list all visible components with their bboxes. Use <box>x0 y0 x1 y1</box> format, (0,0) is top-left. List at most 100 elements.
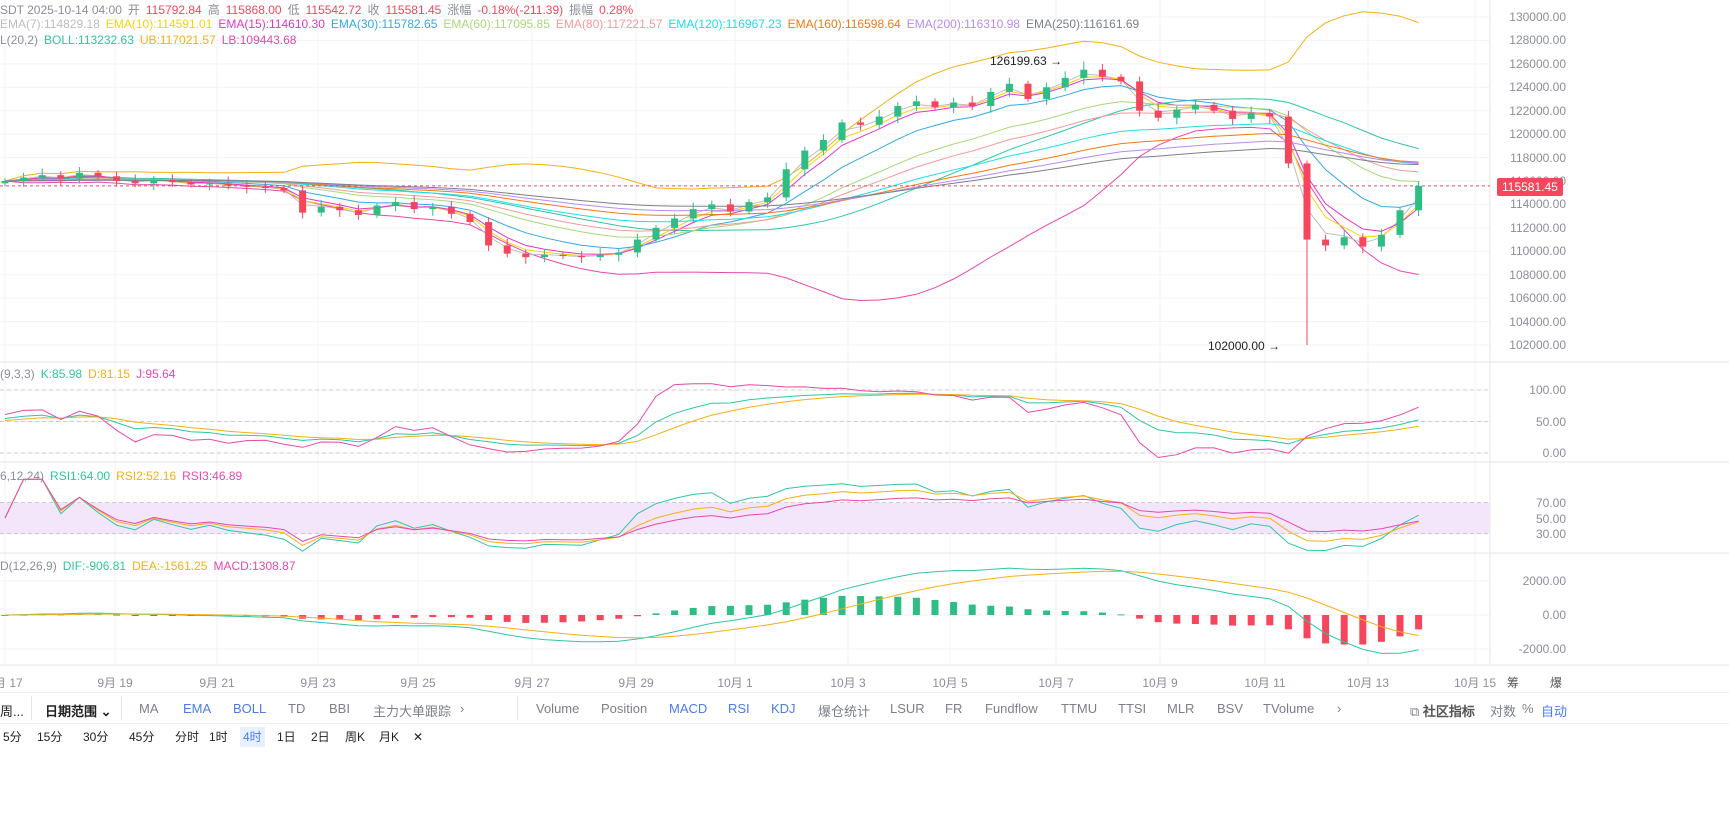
main-ind-ema[interactable]: EMA <box>183 701 211 716</box>
macd-bar <box>1098 612 1106 615</box>
main-ind-boll[interactable]: BOLL <box>233 701 266 716</box>
candle-body <box>801 150 809 170</box>
rsi-axis-label: 50.00 <box>1535 511 1566 526</box>
candle-body <box>1024 83 1032 99</box>
candle-body <box>1247 113 1255 119</box>
macd-bar <box>1247 615 1255 626</box>
candle-body <box>522 253 530 258</box>
time-axis-label: 9月 27 <box>514 676 550 690</box>
time-axis-label: 10月 9 <box>1142 676 1178 690</box>
price-axis-label: 130000.00 <box>1509 10 1566 24</box>
interval-9[interactable]: 周K <box>342 727 368 747</box>
sub-indicator-9[interactable]: TTMU <box>1061 701 1097 716</box>
legend-item: EMA(10):114591.01 <box>105 17 213 31</box>
macd-bar <box>1080 611 1088 615</box>
sub-more-chevron-icon[interactable]: › <box>1337 701 1341 716</box>
main-more-chevron-icon[interactable]: › <box>460 701 464 716</box>
main-ind-ma[interactable]: MA <box>139 701 159 716</box>
interval-7[interactable]: 1日 <box>274 727 299 747</box>
macd-bar <box>1340 615 1348 645</box>
sub-indicator-13[interactable]: TVolume <box>1263 701 1314 716</box>
main-ind-td[interactable]: TD <box>288 701 305 716</box>
chart-canvas[interactable] <box>0 0 1729 690</box>
sub-indicator-4[interactable]: KDJ <box>771 701 796 716</box>
macd-bar <box>1284 615 1292 630</box>
interval-5[interactable]: 1时 <box>206 727 231 747</box>
main-ind-big-order[interactable]: 主力大单跟踪 <box>373 701 451 720</box>
sub-indicator-7[interactable]: FR <box>945 701 962 716</box>
macd-bar <box>131 615 139 616</box>
macd-bar <box>1154 615 1162 623</box>
macd-bar <box>1229 615 1237 626</box>
macd-bar <box>1415 615 1423 630</box>
close-intervals-icon[interactable]: ✕ <box>410 727 426 747</box>
sub-indicator-2[interactable]: MACD <box>669 701 707 716</box>
macd-bar <box>615 615 623 619</box>
macd-bar <box>745 605 753 615</box>
candle-body <box>671 218 679 228</box>
sub-indicator-0[interactable]: Volume <box>536 701 579 716</box>
legend-item: L(20,2) <box>0 33 39 47</box>
candle-body <box>578 255 586 258</box>
toolbar-left-item[interactable]: 周... <box>0 701 24 720</box>
interval-2[interactable]: 30分 <box>80 727 111 747</box>
sub-indicator-5[interactable]: 爆仓统计 <box>818 701 870 720</box>
candle-body <box>615 252 623 255</box>
rsi2: RSI2:52.16 <box>116 469 177 483</box>
log-scale-toggle[interactable]: 对数 <box>1490 701 1516 720</box>
interval-6[interactable]: 4时 <box>240 727 265 747</box>
sub-indicator-8[interactable]: Fundflow <box>985 701 1038 716</box>
macd-bar <box>1024 609 1032 615</box>
macd-bar <box>894 596 902 615</box>
interval-3[interactable]: 45分 <box>126 727 157 747</box>
macd-bar <box>596 615 604 621</box>
macd-bar <box>652 613 660 615</box>
legend-item: BOLL:113232.63 <box>44 33 134 47</box>
interval-4[interactable]: 分时 <box>172 727 202 747</box>
auto-scale-toggle[interactable]: 自动 <box>1541 701 1567 720</box>
date-range-dropdown[interactable]: 日期范围 ⌄ <box>45 701 112 720</box>
sub-indicator-11[interactable]: MLR <box>1167 701 1194 716</box>
candle-body <box>1043 87 1051 99</box>
sub-indicator-3[interactable]: RSI <box>728 701 750 716</box>
time-axis-label: 10月 3 <box>830 676 866 690</box>
candle-body <box>243 185 251 187</box>
sub-indicator-1[interactable]: Position <box>601 701 647 716</box>
macd-bar <box>838 595 846 615</box>
legend-item: EMA(7):114829.18 <box>0 17 100 31</box>
sub-indicator-12[interactable]: BSV <box>1217 701 1243 716</box>
rsi1: RSI1:64.00 <box>50 469 111 483</box>
community-indicators-button[interactable]: ⧉ 社区指标 <box>1410 701 1475 720</box>
price-axis-label: 124000.00 <box>1509 80 1566 95</box>
candle-body <box>1136 81 1144 111</box>
legend-item: 高 <box>207 3 220 17</box>
legend-item: 115581.45 <box>385 3 442 17</box>
interval-0[interactable]: 5分 <box>0 727 25 747</box>
price-axis-label: 122000.00 <box>1509 103 1566 118</box>
candle-body <box>336 206 344 211</box>
interval-10[interactable]: 月K <box>376 727 402 747</box>
liquidation-label[interactable]: 爆 <box>1550 674 1562 691</box>
main-ind-bbi[interactable]: BBI <box>329 701 350 716</box>
candle-body <box>503 245 511 254</box>
rsi-params: 6,12,24) <box>0 469 45 483</box>
percent-scale-toggle[interactable]: % <box>1522 701 1534 716</box>
macd-bar <box>931 599 939 615</box>
macd-params: D(12,26,9) <box>0 559 57 573</box>
legend-item: 115868.00 <box>225 3 282 17</box>
macd-bar <box>373 615 381 620</box>
interval-1[interactable]: 15分 <box>34 727 65 747</box>
macd-dea: DEA:-1561.25 <box>132 559 208 573</box>
macd-bar <box>522 615 530 623</box>
macd-bar <box>1136 615 1144 619</box>
sub-indicator-6[interactable]: LSUR <box>890 701 925 716</box>
chips-label[interactable]: 筹 <box>1507 674 1519 691</box>
candle-body <box>689 209 697 219</box>
candle-body <box>206 183 214 185</box>
candle-body <box>94 172 102 177</box>
candle-body <box>1061 77 1069 88</box>
sub-indicator-10[interactable]: TTSI <box>1118 701 1146 716</box>
price-axis-label: 102000.00 <box>1509 338 1566 353</box>
kdj-j: J:95.64 <box>136 367 176 381</box>
interval-8[interactable]: 2日 <box>308 727 333 747</box>
